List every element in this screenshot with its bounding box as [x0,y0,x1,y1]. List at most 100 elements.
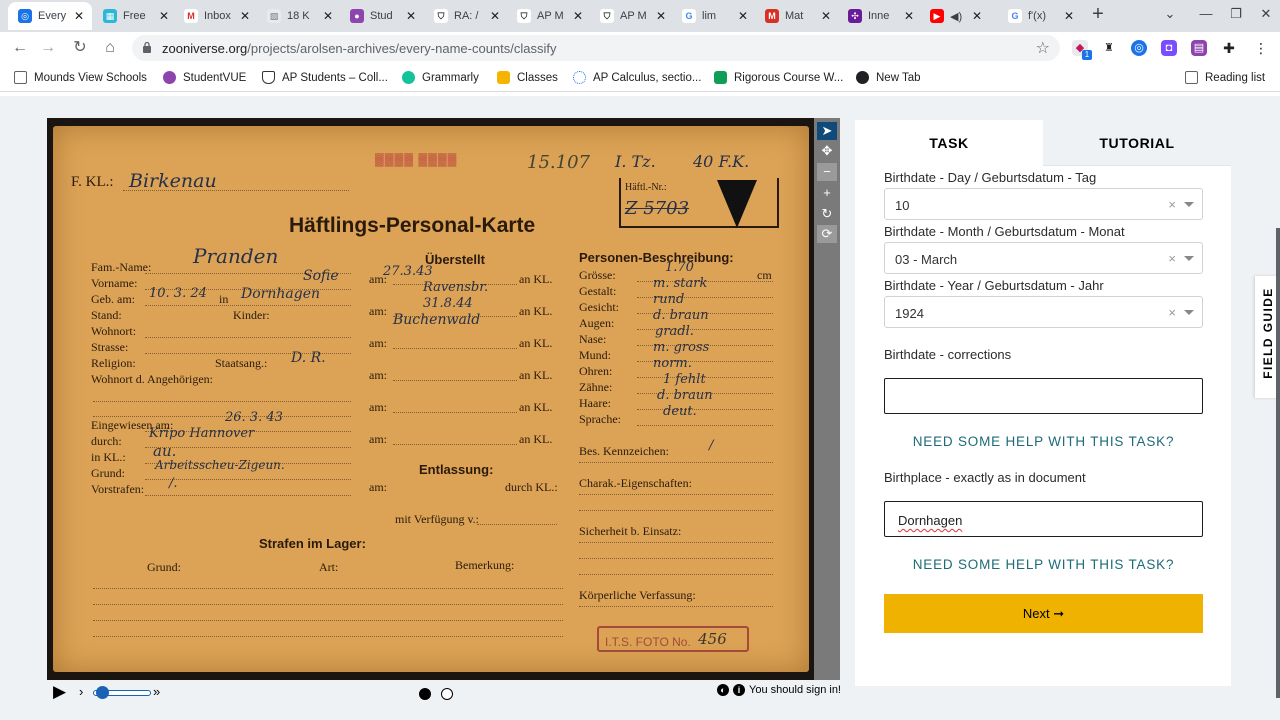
birthdate-corrections-input[interactable] [884,378,1203,414]
browser-tab[interactable]: G lim ✕ [672,2,756,30]
close-window-icon[interactable]: ✕ [1256,6,1276,22]
page-scrollbar[interactable] [1276,228,1280,698]
transfer-date: 31.8.44 [423,296,473,311]
underline [637,329,773,330]
tab-close-icon[interactable]: ✕ [970,9,984,23]
new-tab-button[interactable]: + [1087,4,1109,26]
play-icon[interactable]: ▶ [53,682,66,702]
info-icon[interactable]: i [733,684,746,696]
purple-extension-icon[interactable]: ◘ [1161,40,1177,56]
chevron-right-icon[interactable]: › [79,684,83,699]
browser-tab[interactable]: ▧ 18 K ✕ [257,2,341,30]
back-icon[interactable]: ← [10,38,30,58]
classroom-icon [497,71,510,84]
browser-tab[interactable]: ▦ Free ✕ [93,2,177,30]
spy-extension-icon[interactable]: ♜ [1101,40,1117,56]
home-icon[interactable]: ⌂ [100,38,120,58]
chevron-down-icon[interactable] [1184,256,1194,261]
underline [637,425,773,426]
tab-tutorial[interactable]: TUTORIAL [1043,120,1231,166]
select-value: 1924 [895,306,924,321]
browser-tab[interactable]: G f'(x) ✕ [998,2,1082,30]
birthdate-month-select[interactable]: 03 - March × [884,242,1203,274]
clear-icon[interactable]: × [1168,305,1176,320]
browser-tab[interactable]: M Inbox ✕ [174,2,258,30]
move-tool-icon[interactable]: ✥ [817,142,837,160]
card-label: Vorstrafen: [91,482,145,496]
tab-close-icon[interactable]: ✕ [157,9,171,23]
browser-tab[interactable]: ● Stud ✕ [340,2,424,30]
double-chevron-right-icon[interactable]: » [153,684,160,699]
chevron-down-icon[interactable] [1184,202,1194,207]
reload-icon[interactable]: ↻ [70,38,90,58]
tab-close-icon[interactable]: ✕ [321,9,335,23]
zoom-in-icon[interactable]: + [817,184,837,202]
bookmark-studentvue[interactable]: StudentVUE [163,71,246,84]
tab-task[interactable]: TASK [855,120,1043,166]
pointer-tool-icon[interactable]: ➤ [817,122,837,140]
browser-tab-zooniverse[interactable]: ◎ Every ✕ [8,2,92,30]
tab-close-icon[interactable]: ✕ [1062,9,1076,23]
browser-tab[interactable]: ✣ Inne ✕ [838,2,922,30]
birthdate-year-select[interactable]: 1924 × [884,296,1203,328]
tab-close-icon[interactable]: ✕ [736,9,750,23]
restore-icon[interactable]: ❐ [1226,6,1246,22]
reset-icon[interactable]: ⟳ [817,225,837,243]
contrast-icon[interactable]: ◐ [717,684,730,696]
tab-close-icon[interactable]: ✕ [238,9,252,23]
prisoner-number-label: Häftl.-Nr.: [625,182,667,193]
browser-tab[interactable]: ⛉ AP M ✕ [590,2,674,30]
browser-tab[interactable]: ⛉ AP M ✕ [507,2,591,30]
birthdate-day-select[interactable]: 10 × [884,188,1203,220]
address-bar[interactable]: zooniverse.org/projects/arolsen-archives… [132,35,1060,61]
translate-extension-icon[interactable]: ▤ [1191,40,1207,56]
extensions-puzzle-icon[interactable]: ✚ [1221,40,1237,56]
underline [393,284,517,285]
clear-icon[interactable]: × [1168,251,1176,266]
underline [637,297,773,298]
browser-tab[interactable]: ⛉ RA: / ✕ [424,2,508,30]
bookmark-rigorous-course[interactable]: Rigorous Course W... [714,71,843,84]
chevron-down-icon[interactable] [1184,310,1194,315]
subject-viewer[interactable]: ▓▓▓▓ ▓▓▓▓ 15.107 I. Tz. 40 F.K. F. KL.: … [47,118,814,680]
bookmark-mounds-view[interactable]: Mounds View Schools [14,71,147,84]
speed-slider-knob[interactable] [96,686,109,699]
tab-title: Mat [785,10,804,22]
tab-close-icon[interactable]: ✕ [654,9,668,23]
frame-dot-active[interactable] [419,688,431,700]
tab-close-icon[interactable]: ✕ [571,9,585,23]
circle-extension-icon[interactable]: ◎ [1131,40,1147,56]
photo-stamp-label: I.T.S. FOTO No. [605,635,691,649]
bookmark-grammarly[interactable]: Grammarly [402,71,479,84]
tab-search-icon[interactable]: ⌄ [1160,6,1180,22]
reading-list-button[interactable]: Reading list [1185,71,1265,84]
forward-icon[interactable]: → [38,38,58,58]
underline [145,273,351,274]
browser-tab[interactable]: M Mat ✕ [755,2,839,30]
tab-close-icon[interactable]: ✕ [819,9,833,23]
birthplace-input[interactable]: Dornhagen [884,501,1203,537]
bookmark-new-tab[interactable]: New Tab [856,71,921,84]
minimize-icon[interactable]: — [1196,6,1216,21]
card-label: Gesicht: [579,300,619,314]
tab-close-icon[interactable]: ✕ [488,9,502,23]
help-link[interactable]: NEED SOME HELP WITH THIS TASK? [884,557,1203,572]
underline [93,604,563,605]
tab-close-icon[interactable]: ✕ [72,9,86,23]
browser-tab-youtube[interactable]: ▶ ◀) ✕ [920,2,990,30]
help-link[interactable]: NEED SOME HELP WITH THIS TASK? [884,434,1203,449]
next-button[interactable]: Next ➞ [884,594,1203,633]
rotate-icon[interactable]: ↻ [817,205,837,223]
bookmark-star-icon[interactable]: ☆ [1036,38,1050,58]
photo-stamp: I.T.S. FOTO No. 456 [597,626,749,652]
bookmark-ap-students[interactable]: AP Students – Coll... [262,71,388,84]
tab-close-icon[interactable]: ✕ [902,9,916,23]
zoom-out-icon[interactable]: − [817,163,837,181]
bookmark-ap-calculus[interactable]: AP Calculus, sectio... [573,71,701,84]
tab-close-icon[interactable]: ✕ [404,9,418,23]
clear-icon[interactable]: × [1168,197,1176,212]
frame-dot[interactable] [441,688,453,700]
chrome-menu-icon[interactable]: ⋮ [1253,40,1269,56]
bookmark-classes[interactable]: Classes [497,71,558,84]
select-value: 03 - March [895,252,958,267]
